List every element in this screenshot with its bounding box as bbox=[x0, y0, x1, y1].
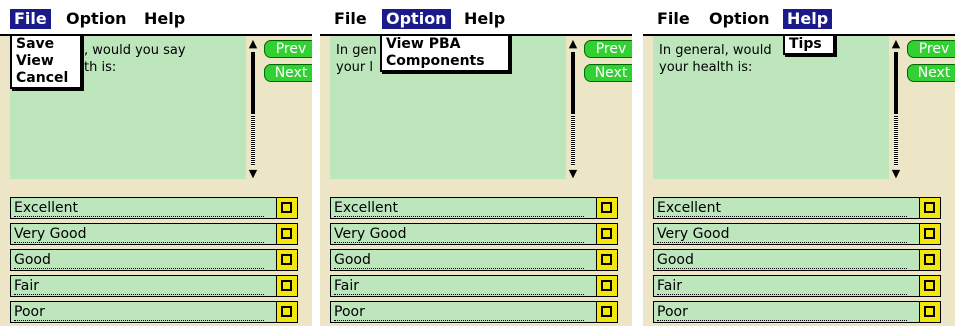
menu-option[interactable]: Option bbox=[62, 9, 131, 29]
checkbox[interactable] bbox=[276, 223, 298, 245]
question-text: In general, would y your health is: bbox=[659, 43, 816, 75]
checkbox[interactable] bbox=[596, 275, 618, 297]
checkbox[interactable] bbox=[276, 249, 298, 271]
menu-option[interactable]: Option bbox=[705, 9, 774, 29]
checkbox[interactable] bbox=[276, 197, 298, 219]
menu-item-tips[interactable]: Tips bbox=[785, 36, 833, 53]
checkbox[interactable] bbox=[596, 197, 618, 219]
checkbox[interactable] bbox=[276, 275, 298, 297]
next-button[interactable]: Next bbox=[584, 64, 632, 82]
scrollbar[interactable]: ▲ ▼ bbox=[891, 38, 901, 182]
answer-fair[interactable]: Fair bbox=[653, 275, 941, 297]
answer-label: Good bbox=[657, 252, 907, 269]
answer-list: Excellent Very Good Good Fair Poor bbox=[10, 197, 298, 326]
answer-label: Fair bbox=[334, 278, 584, 295]
answer-very-good[interactable]: Very Good bbox=[10, 223, 298, 245]
menu-file[interactable]: File bbox=[10, 9, 51, 29]
question-text-area: In general, would y your health is: bbox=[653, 36, 889, 179]
answer-label: Fair bbox=[14, 278, 264, 295]
menu-file[interactable]: File bbox=[330, 9, 371, 29]
screen-help-menu: File Option Help In general, would y you… bbox=[643, 0, 955, 326]
menu-help[interactable]: Help bbox=[783, 9, 833, 29]
answer-very-good[interactable]: Very Good bbox=[653, 223, 941, 245]
answer-excellent[interactable]: Excellent bbox=[10, 197, 298, 219]
answer-poor[interactable]: Poor bbox=[330, 301, 618, 323]
scroll-thumb[interactable] bbox=[894, 52, 898, 114]
menu-item-view-pba[interactable]: View PBA bbox=[382, 36, 508, 53]
answer-list: Excellent Very Good Good Fair Poor bbox=[330, 197, 618, 326]
checkbox[interactable] bbox=[919, 301, 941, 323]
menu-item-components[interactable]: Components bbox=[382, 53, 508, 70]
answer-label: Good bbox=[334, 252, 584, 269]
answer-label: Good bbox=[14, 252, 264, 269]
menu-bar: File Option Help bbox=[320, 0, 632, 36]
menu-item-save[interactable]: Save bbox=[12, 36, 80, 53]
scroll-thumb[interactable] bbox=[251, 52, 255, 114]
answer-label: Very Good bbox=[657, 226, 907, 243]
checkbox[interactable] bbox=[919, 197, 941, 219]
menu-help[interactable]: Help bbox=[460, 9, 509, 29]
prev-button[interactable]: Prev bbox=[907, 40, 955, 58]
scrollbar[interactable]: ▲ ▼ bbox=[568, 38, 578, 182]
scroll-down-arrow-icon[interactable]: ▼ bbox=[891, 168, 901, 180]
checkbox[interactable] bbox=[919, 223, 941, 245]
answer-excellent[interactable]: Excellent bbox=[330, 197, 618, 219]
menu-bar: File Option Help bbox=[643, 0, 955, 36]
answer-label: Excellent bbox=[657, 200, 907, 217]
prev-button[interactable]: Prev bbox=[584, 40, 632, 58]
checkbox[interactable] bbox=[919, 275, 941, 297]
checkbox[interactable] bbox=[919, 249, 941, 271]
answer-good[interactable]: Good bbox=[653, 249, 941, 271]
screen-file-menu: File Option Help , would you say th is: … bbox=[0, 0, 312, 326]
menu-help[interactable]: Help bbox=[140, 9, 189, 29]
menu-file[interactable]: File bbox=[653, 9, 694, 29]
scroll-track[interactable] bbox=[894, 116, 898, 166]
file-menu-dropdown: Save View Cancel bbox=[10, 34, 82, 89]
next-button[interactable]: Next bbox=[264, 64, 312, 82]
scrollbar[interactable]: ▲ ▼ bbox=[248, 38, 258, 182]
answer-label: Very Good bbox=[14, 226, 264, 243]
answer-excellent[interactable]: Excellent bbox=[653, 197, 941, 219]
checkbox[interactable] bbox=[596, 223, 618, 245]
menu-option[interactable]: Option bbox=[382, 9, 451, 29]
help-menu-dropdown: Tips bbox=[783, 34, 835, 55]
menu-bar: File Option Help bbox=[0, 0, 312, 36]
answer-label: Very Good bbox=[334, 226, 584, 243]
answer-good[interactable]: Good bbox=[330, 249, 618, 271]
answer-very-good[interactable]: Very Good bbox=[330, 223, 618, 245]
scroll-down-arrow-icon[interactable]: ▼ bbox=[568, 168, 578, 180]
scroll-track[interactable] bbox=[571, 116, 575, 166]
screenshot-triptych: File Option Help , would you say th is: … bbox=[0, 0, 955, 326]
answer-label: Excellent bbox=[14, 200, 264, 217]
answer-label: Poor bbox=[657, 304, 907, 321]
menu-item-cancel[interactable]: Cancel bbox=[12, 70, 80, 87]
scroll-track[interactable] bbox=[251, 116, 255, 166]
scroll-up-arrow-icon[interactable]: ▲ bbox=[248, 38, 258, 50]
menu-item-view[interactable]: View bbox=[12, 53, 80, 70]
checkbox[interactable] bbox=[596, 301, 618, 323]
scroll-thumb[interactable] bbox=[571, 52, 575, 114]
scroll-up-arrow-icon[interactable]: ▲ bbox=[568, 38, 578, 50]
answer-label: Fair bbox=[657, 278, 907, 295]
checkbox[interactable] bbox=[596, 249, 618, 271]
scroll-down-arrow-icon[interactable]: ▼ bbox=[248, 168, 258, 180]
answer-label: Excellent bbox=[334, 200, 584, 217]
scroll-up-arrow-icon[interactable]: ▲ bbox=[891, 38, 901, 50]
answer-poor[interactable]: Poor bbox=[10, 301, 298, 323]
checkbox[interactable] bbox=[276, 301, 298, 323]
answer-label: Poor bbox=[334, 304, 584, 321]
answer-list: Excellent Very Good Good Fair Poor bbox=[653, 197, 941, 326]
answer-good[interactable]: Good bbox=[10, 249, 298, 271]
prev-button[interactable]: Prev bbox=[264, 40, 312, 58]
answer-fair[interactable]: Fair bbox=[10, 275, 298, 297]
screen-option-menu: File Option Help In gen uy your l ▲ ▼ Pr… bbox=[320, 0, 632, 326]
next-button[interactable]: Next bbox=[907, 64, 955, 82]
answer-fair[interactable]: Fair bbox=[330, 275, 618, 297]
answer-poor[interactable]: Poor bbox=[653, 301, 941, 323]
option-menu-dropdown: View PBA Components bbox=[380, 34, 510, 72]
answer-label: Poor bbox=[14, 304, 264, 321]
